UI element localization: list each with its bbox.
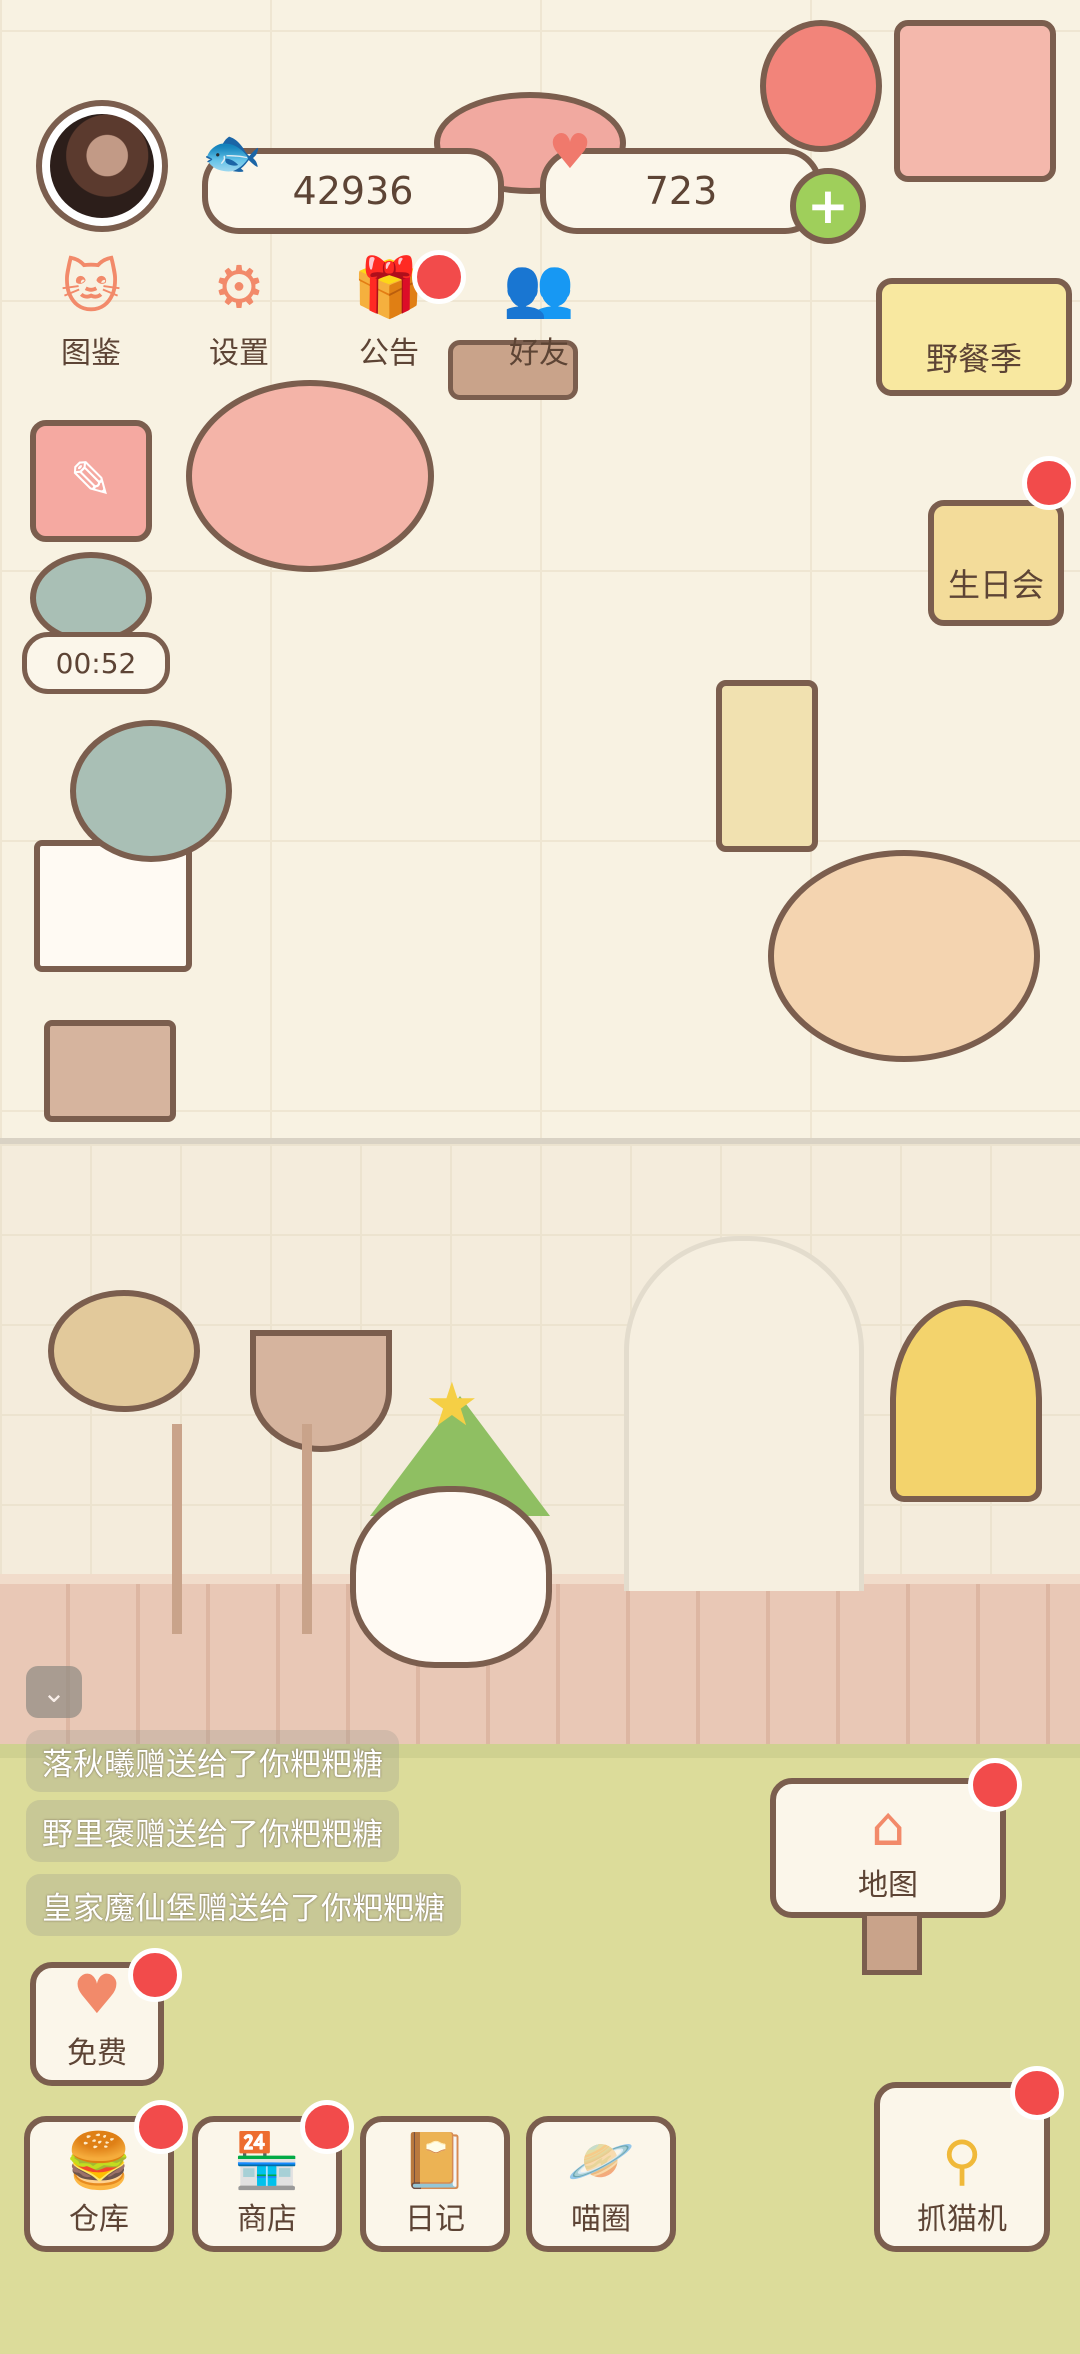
cat-planet-icon: 🪐: [567, 2129, 635, 2192]
feed-item: 落秋曦赠送给了你粑粑糖: [26, 1730, 399, 1792]
claw-machine-badge: [1010, 2066, 1064, 2120]
fish-icon: 🐟: [202, 124, 262, 181]
cat-character[interactable]: [350, 1486, 552, 1668]
birthday-badge: [1022, 456, 1076, 510]
storage-label: 仓库: [69, 2202, 129, 2237]
hat-bag-decoration: [890, 1300, 1042, 1502]
menu-friends-label: 好友: [509, 336, 569, 371]
storage-icon: 🍔: [65, 2129, 133, 2192]
heart-value: 723: [644, 169, 718, 213]
cat-bed-decoration: [768, 850, 1040, 1062]
free-badge: [128, 1948, 182, 2002]
free-label: 免费: [67, 2036, 127, 2071]
sign-post: [862, 1916, 922, 1975]
add-hearts-button[interactable]: +: [790, 168, 866, 244]
birthday-event-button[interactable]: 生日会: [928, 500, 1064, 626]
easel-stand-decoration: [44, 1020, 176, 1122]
menu-friends[interactable]: 👥 好友: [474, 252, 604, 372]
cat-circle-button[interactable]: 🪐 喵圈: [526, 2116, 676, 2252]
heart-icon: ♥: [548, 124, 592, 180]
fish-coin-value: 42936: [292, 169, 414, 213]
menu-settings-label: 设置: [209, 336, 269, 371]
claw-machine-label: 抓猫机: [917, 2202, 1007, 2237]
beanbag-decoration: [186, 380, 434, 572]
gear-icon: ⚙: [213, 253, 265, 321]
menu-settings[interactable]: ⚙ 设置: [174, 252, 304, 372]
plant-basket-decoration: [48, 1290, 200, 1412]
timer-text: 00:52: [55, 646, 137, 680]
plus-icon: +: [807, 177, 849, 235]
avatar-photo: [50, 114, 154, 218]
announcement-badge: [412, 250, 466, 304]
scratching-post-decoration: [716, 680, 818, 852]
map-label: 地图: [858, 1868, 918, 1903]
cat-circle-label: 喵圈: [571, 2202, 631, 2237]
shop-badge: [300, 2100, 354, 2154]
menu-announcement-label: 公告: [359, 336, 419, 371]
heart-icon: ♥: [72, 1963, 122, 2026]
diary-label: 日记: [405, 2202, 465, 2237]
shop-label: 商店: [237, 2202, 297, 2237]
mouse-visitor-icon[interactable]: [30, 552, 152, 644]
feed-item-text: 野里褒赠送给了你粑粑糖: [42, 1816, 383, 1853]
picnic-event-label: 野餐季: [925, 340, 1022, 378]
feed-item-text: 皇家魔仙堡赠送给了你粑粑糖: [42, 1890, 445, 1927]
feed-toggle-button[interactable]: ⌄: [26, 1666, 82, 1718]
picnic-event-button[interactable]: 野餐季: [876, 278, 1072, 396]
cat-book-icon: 🐱: [60, 253, 122, 321]
claw-icon: ⚲: [942, 2129, 982, 2192]
feed-item: 野里褒赠送给了你粑粑糖: [26, 1800, 399, 1862]
feed-item: 皇家魔仙堡赠送给了你粑粑糖: [26, 1874, 461, 1936]
menu-collection[interactable]: 🐱 图鉴: [26, 252, 156, 372]
chevron-down-icon: ⌄: [42, 1675, 66, 1709]
mouse-toy-decoration: [70, 720, 232, 862]
star-icon: ★: [425, 1370, 479, 1440]
arched-doorway: [624, 1236, 864, 1591]
birthday-event-label: 生日会: [947, 566, 1044, 604]
shop-icon: 🏪: [233, 2129, 301, 2192]
storage-badge: [134, 2100, 188, 2154]
map-button[interactable]: ⌂ 地图: [770, 1778, 1006, 1918]
diary-button[interactable]: 📔 日记: [360, 2116, 510, 2252]
player-avatar[interactable]: [36, 100, 168, 232]
owl-daruma-decoration: [760, 20, 882, 152]
friends-icon: 👥: [502, 253, 576, 321]
visitor-timer: 00:52: [22, 632, 170, 694]
diary-icon: 📔: [401, 2129, 469, 2192]
menu-collection-label: 图鉴: [61, 336, 121, 371]
feed-item-text: 落秋曦赠送给了你粑粑糖: [42, 1746, 383, 1783]
cabinet-decoration: [894, 20, 1056, 182]
ladder-decoration: [172, 1424, 312, 1634]
eraser-icon: ✎: [69, 451, 113, 511]
house-icon: ⌂: [870, 1795, 906, 1858]
edit-room-button[interactable]: ✎: [30, 420, 152, 542]
map-badge: [968, 1758, 1022, 1812]
